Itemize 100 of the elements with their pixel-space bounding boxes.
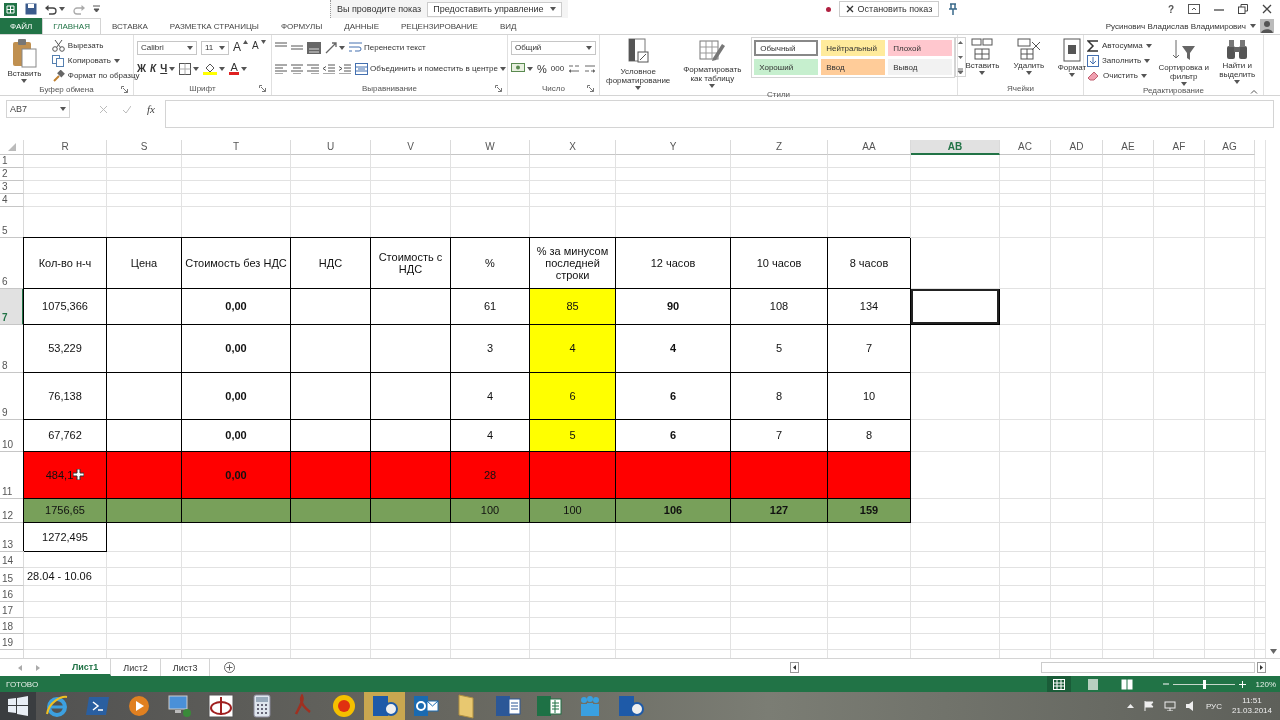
table-cell[interactable]: 85 <box>530 288 616 325</box>
table-header[interactable]: НДС <box>291 237 371 289</box>
table-cell[interactable]: 0,00 <box>182 451 291 499</box>
percent-button[interactable]: % <box>537 61 547 76</box>
underline-button[interactable]: Ч <box>160 61 176 76</box>
row-header[interactable]: 7 <box>0 288 24 325</box>
dropdown-field[interactable]: Calibri <box>137 40 197 55</box>
dropdown-field[interactable]: 11 <box>201 40 229 55</box>
cell-style-swatch[interactable]: Нейтральный <box>821 40 886 56</box>
row-header[interactable]: 5 <box>0 206 24 238</box>
ribbon-tab[interactable]: ВИД <box>488 18 528 34</box>
table-cell[interactable]: 10 <box>828 372 911 420</box>
ribbon-button[interactable]: Удалить <box>1009 37 1048 75</box>
table-cell[interactable]: 108 <box>731 288 828 325</box>
table-cell[interactable]: 6 <box>530 372 616 420</box>
table-cell[interactable]: 4 <box>616 324 731 373</box>
ribbon-button[interactable]: Очистить <box>1087 69 1152 82</box>
table-cell[interactable]: 8 <box>731 372 828 420</box>
table-header[interactable]: Цена <box>107 237 182 289</box>
cell-style-swatch[interactable]: Вывод <box>888 59 953 75</box>
table-header[interactable]: Стоимость с НДС <box>371 237 451 289</box>
share-control-button[interactable]: Предоставить управление <box>427 1 562 17</box>
table-cell[interactable]: 7 <box>828 324 911 373</box>
ribbon-options-button[interactable] <box>1188 4 1200 14</box>
ribbon-button[interactable]: Сортировка и фильтр <box>1157 37 1210 86</box>
table-cell[interactable] <box>828 451 911 499</box>
dialog-launcher-icon[interactable] <box>259 85 266 92</box>
table-cell[interactable] <box>371 498 451 523</box>
cell-style-swatch[interactable]: Обычный <box>754 40 819 56</box>
start-button[interactable] <box>0 692 36 720</box>
table-cell[interactable] <box>911 288 1000 325</box>
table-header[interactable]: 10 часов <box>731 237 828 289</box>
table-cell[interactable]: 127 <box>731 498 828 523</box>
taskbar-button[interactable] <box>364 692 405 720</box>
ribbon-button[interactable]: Заполнить <box>1087 54 1152 67</box>
ribbon-button[interactable]: Найти и выделить <box>1215 37 1259 84</box>
zoom-slider-thumb[interactable] <box>1202 679 1206 689</box>
table-cell[interactable]: 5 <box>731 324 828 373</box>
ribbon-button[interactable]: Автосумма <box>1087 39 1152 52</box>
horizontal-scrollbar[interactable] <box>1041 662 1255 674</box>
table-cell[interactable]: 134 <box>828 288 911 325</box>
scroll-left-button[interactable] <box>790 662 799 674</box>
italic-button[interactable]: К <box>150 61 157 76</box>
table-cell[interactable]: 53,229 <box>24 324 107 373</box>
table-cell[interactable]: 28.04 - 10.06 <box>24 567 107 586</box>
grow-font-button[interactable]: A <box>233 40 248 55</box>
table-cell[interactable]: 484,1 <box>24 451 107 499</box>
table-cell[interactable]: 76,138 <box>24 372 107 420</box>
formula-input-field[interactable] <box>164 100 1274 128</box>
restore-button[interactable] <box>1238 4 1248 14</box>
merge-button[interactable]: Объединить и поместить в центре <box>355 61 506 76</box>
stop-presenting-button[interactable]: Остановить показ <box>838 1 940 17</box>
table-cell[interactable] <box>530 451 616 499</box>
dialog-launcher-icon[interactable] <box>121 86 128 93</box>
ribbon-button[interactable]: Форматировать как таблицу <box>679 37 746 88</box>
indent-button[interactable] <box>339 61 351 76</box>
ribbon-tab[interactable]: ФОРМУЛЫ <box>269 18 334 34</box>
zoom-out-button[interactable] <box>1162 681 1169 688</box>
table-cell[interactable]: 106 <box>616 498 731 523</box>
table-cell[interactable] <box>107 498 182 523</box>
ribbon-tab[interactable]: ГЛАВНАЯ <box>42 18 101 34</box>
table-header[interactable]: Стоимость без НДС <box>182 237 291 289</box>
table-header[interactable]: % <box>451 237 530 289</box>
table-cell[interactable]: 0,00 <box>182 372 291 420</box>
table-header[interactable]: Кол-во н-ч <box>24 237 107 289</box>
table-cell[interactable]: 1756,65 <box>24 498 107 523</box>
table-cell[interactable]: 90 <box>616 288 731 325</box>
table-cell[interactable]: 1075,366 <box>24 288 107 325</box>
scroll-down-button[interactable] <box>1269 649 1277 655</box>
save-button[interactable] <box>25 1 37 17</box>
table-cell[interactable]: 5 <box>530 419 616 452</box>
table-cell[interactable]: 100 <box>530 498 616 523</box>
ribbon-tab[interactable]: РЕЦЕНЗИРОВАНИЕ <box>390 18 489 34</box>
ribbon-tab[interactable]: РАЗМЕТКА СТРАНИЦЫ <box>158 18 270 34</box>
table-cell[interactable]: 0,00 <box>182 324 291 373</box>
ribbon-button[interactable]: Вставить <box>961 37 1004 75</box>
table-cell[interactable] <box>291 451 371 499</box>
dialog-launcher-icon[interactable] <box>495 85 502 92</box>
orientation-button[interactable] <box>325 40 345 55</box>
dialog-launcher-icon[interactable] <box>587 85 594 92</box>
row-header[interactable]: 12 <box>0 498 24 523</box>
account-name[interactable]: Русинович Владислав Владимирович <box>1105 21 1256 31</box>
table-cell[interactable] <box>616 451 731 499</box>
outdent-button[interactable] <box>323 61 335 76</box>
ribbon-tab[interactable]: ВСТАВКА <box>100 18 159 34</box>
table-cell[interactable]: 4 <box>530 324 616 373</box>
insert-function-button[interactable]: fx <box>147 103 155 115</box>
table-cell[interactable] <box>291 498 371 523</box>
ribbon-button[interactable]: Формат <box>1054 37 1090 77</box>
table-cell[interactable]: 6 <box>616 372 731 420</box>
table-cell[interactable]: 159 <box>828 498 911 523</box>
dropdown-field[interactable]: Общий <box>511 40 597 55</box>
thousands-button[interactable]: 000 <box>550 61 565 76</box>
scroll-right-button[interactable] <box>1257 662 1266 674</box>
ribbon-button[interactable]: Вставить <box>3 37 46 83</box>
shrink-font-button[interactable]: A <box>252 40 266 55</box>
table-cell[interactable]: 1272,495 <box>24 522 107 552</box>
table-header[interactable]: 8 часов <box>828 237 911 289</box>
table-cell[interactable]: 0,00 <box>182 288 291 325</box>
fill-button[interactable] <box>203 61 226 76</box>
